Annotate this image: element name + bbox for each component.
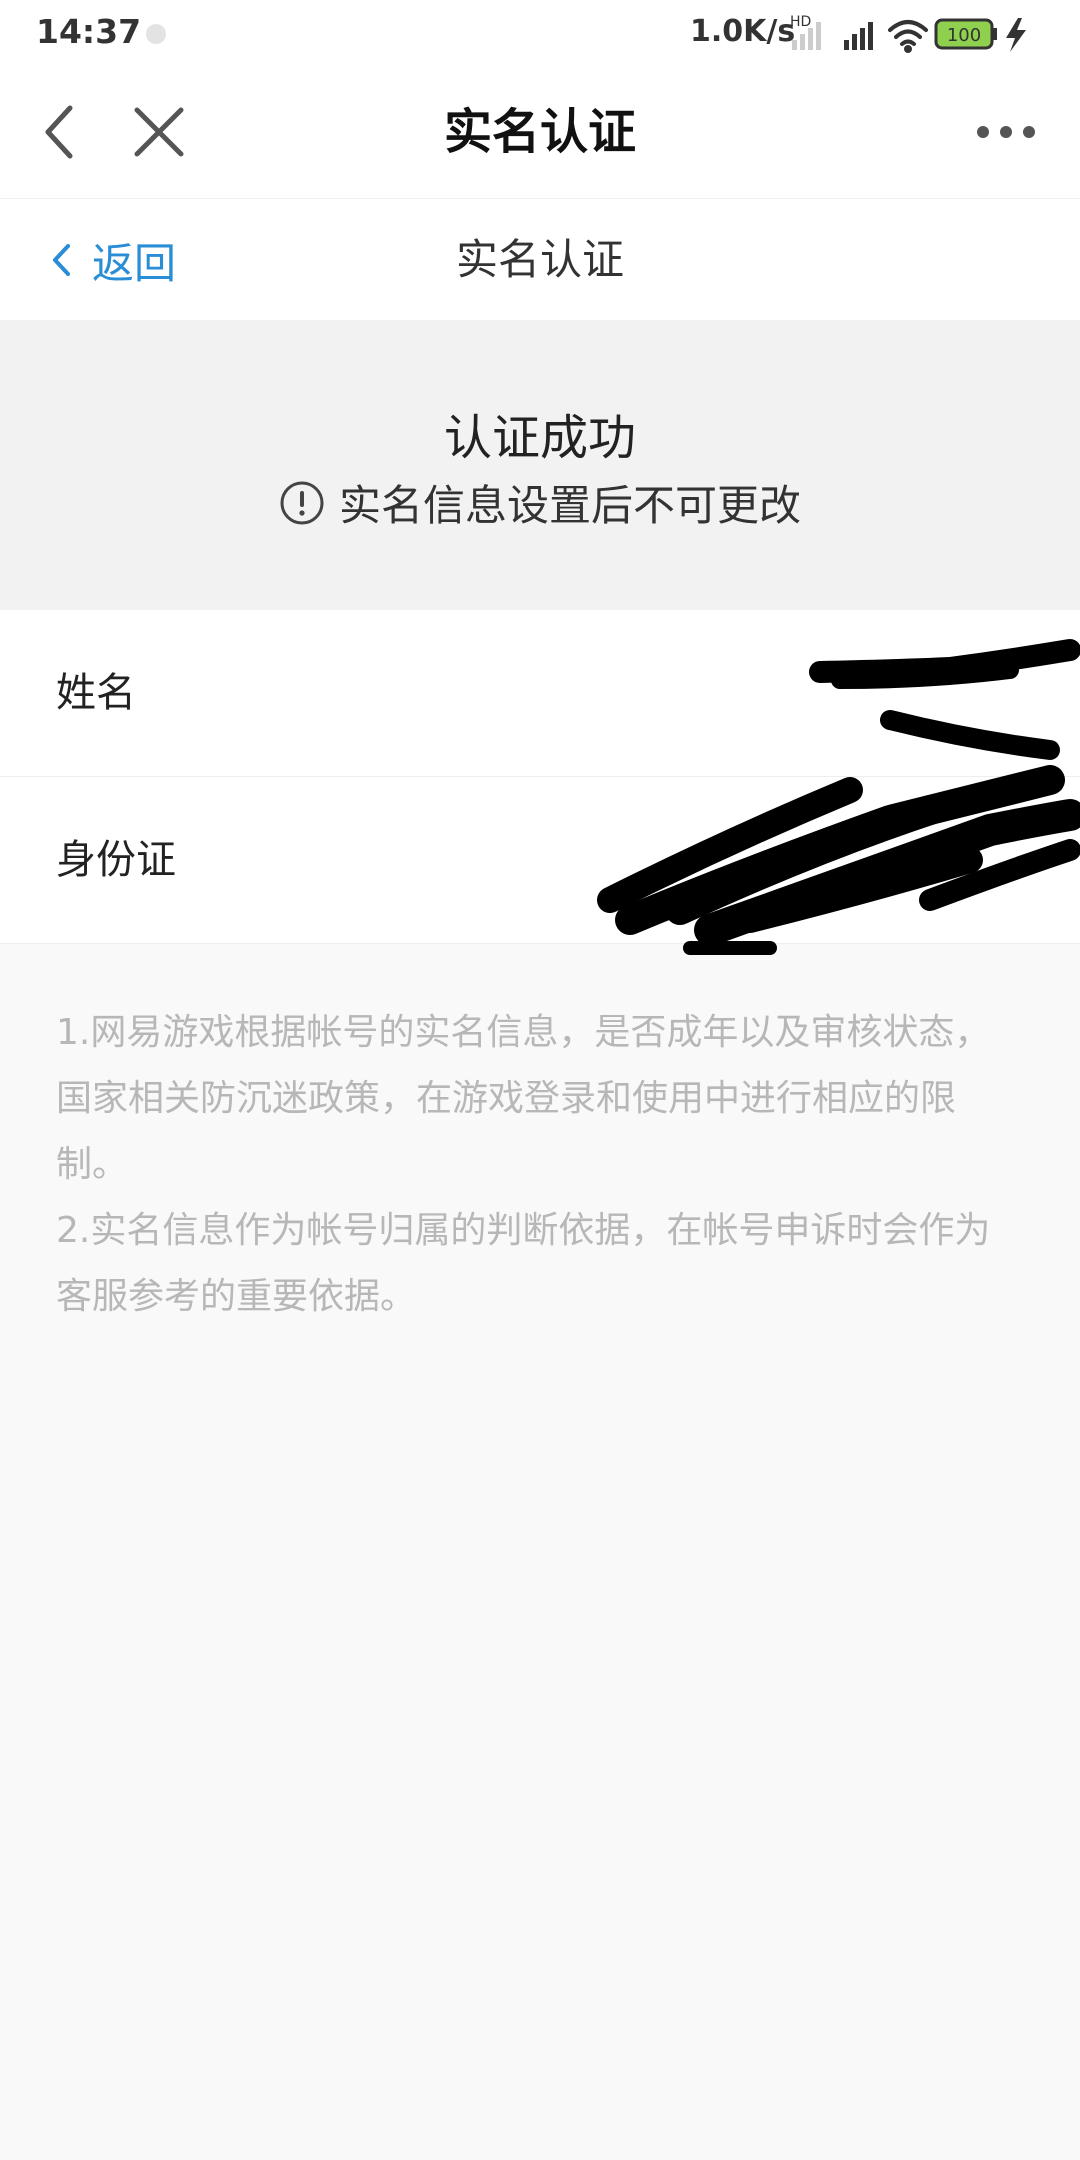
more-button[interactable] xyxy=(966,96,1046,168)
app-bar: 实名认证 xyxy=(0,66,1080,198)
more-icon xyxy=(977,126,1035,138)
network-type-label: HD xyxy=(790,14,811,30)
page-nav-bar: 返回 实名认证 xyxy=(0,198,1080,321)
signal-hd-icon: HD xyxy=(790,14,821,50)
nav-back-link[interactable]: 返回 xyxy=(50,227,176,293)
charging-icon xyxy=(1006,18,1026,52)
close-icon xyxy=(134,107,184,157)
chevron-left-icon xyxy=(53,244,70,276)
nav-back-label: 返回 xyxy=(92,238,177,288)
signal-icon xyxy=(844,22,873,50)
success-note: 实名信息设置后不可更改 xyxy=(0,472,1080,533)
notification-dot-icon xyxy=(146,24,166,44)
note-item: 1.网易游戏根据帐号的实名信息，是否成年以及审核状态，国家相关防沉迷政策，在游戏… xyxy=(56,1012,991,1185)
name-label: 姓名 xyxy=(56,670,136,716)
success-section: 认证成功 实名信息设置后不可更改 xyxy=(0,320,1080,610)
notes: 1.网易游戏根据帐号的实名信息，是否成年以及审核状态，国家相关防沉迷政策，在游戏… xyxy=(56,1000,1026,1330)
back-arrow-icon xyxy=(45,105,73,159)
status-time: 14:37 xyxy=(36,12,142,51)
battery-icon: 100 xyxy=(934,18,997,50)
exclamation-circle-icon xyxy=(280,481,324,524)
screen: 14:37 1.0K/s HD 100 实名认证 返回 实名认证 认证成功 实名… xyxy=(0,0,1080,2160)
note-item: 2.实名信息作为帐号归属的判断依据，在帐号申诉时会作为客服参考的重要依据。 xyxy=(56,1210,991,1317)
id-card-label: 身份证 xyxy=(56,837,176,883)
back-button[interactable] xyxy=(30,96,90,168)
status-icons: HD 100 xyxy=(790,14,1026,53)
success-title: 认证成功 xyxy=(443,410,636,466)
wifi-icon xyxy=(888,20,928,53)
status-bar: 14:37 1.0K/s HD 100 xyxy=(0,0,1080,66)
close-button[interactable] xyxy=(124,96,194,168)
network-speed: 1.0K/s xyxy=(690,14,796,49)
success-note-text: 实名信息设置后不可更改 xyxy=(338,481,801,530)
battery-level: 100 xyxy=(947,25,981,46)
redaction-scribble xyxy=(597,639,1080,955)
